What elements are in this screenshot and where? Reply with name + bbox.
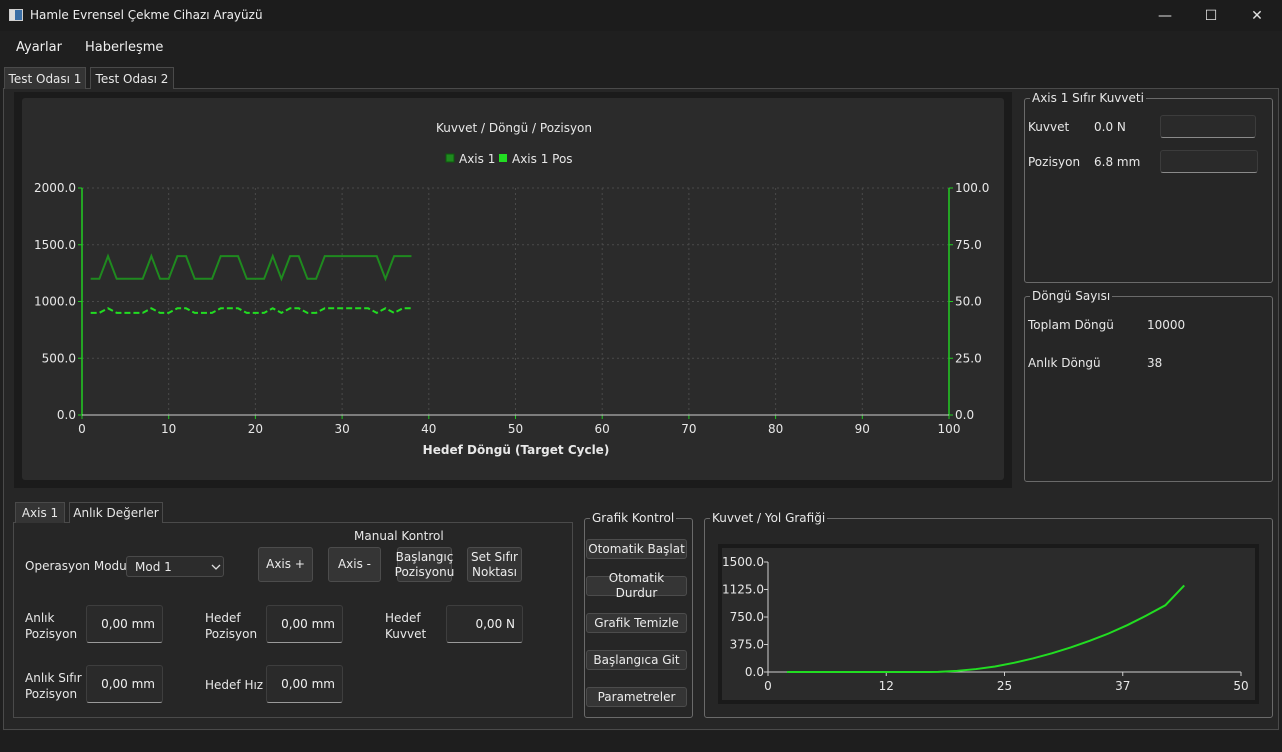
maximize-button[interactable]: ☐ xyxy=(1188,0,1234,31)
close-button[interactable]: ✕ xyxy=(1234,0,1280,31)
window-title: Hamle Evrensel Çekme Cihazı Arayüzü xyxy=(30,8,263,22)
force-displacement-title: Kuvvet / Yol Grafiği xyxy=(710,511,828,525)
parameters-button[interactable]: Parametreler xyxy=(586,687,687,707)
target-position-label-line-2: Pozisyon xyxy=(205,627,258,641)
tab-test-room-2[interactable]: Test Odası 2 xyxy=(90,67,174,89)
target-force-field[interactable]: 0,00 N xyxy=(446,605,523,643)
current-position-label-line-1: Anlık xyxy=(25,611,55,625)
target-force-label: Hedef Kuvvet xyxy=(385,610,426,642)
tab-test-room-1[interactable]: Test Odası 1 xyxy=(4,67,86,89)
auto-start-button[interactable]: Otomatik Başlat xyxy=(586,539,687,559)
start-position-button[interactable]: Başlangıç Pozisyonu xyxy=(394,547,455,582)
chevron-down-icon xyxy=(211,564,221,570)
force-displacement-chart-background xyxy=(722,548,1255,700)
start-position-label-line-1: Başlangıç xyxy=(395,549,454,564)
target-speed-label: Hedef Hız xyxy=(205,678,264,692)
menu-settings[interactable]: Ayarlar xyxy=(16,40,62,55)
auto-stop-button[interactable]: Otomatik Durdur xyxy=(586,571,687,600)
position-label: Pozisyon xyxy=(1028,155,1081,169)
current-position-field[interactable]: 0,00 mm xyxy=(86,605,163,643)
set-zero-point-button[interactable]: Set Sıfır Noktası xyxy=(467,547,522,582)
operation-mode-value: Mod 1 xyxy=(135,560,172,574)
zero-force-title: Axis 1 Sıfır Kuvveti xyxy=(1030,91,1146,105)
zero-position-label-line-2: Pozisyon xyxy=(25,687,78,701)
current-cycle-label: Anlık Döngü xyxy=(1028,356,1101,370)
cycle-count-title: Döngü Sayısı xyxy=(1030,289,1113,303)
status-bar xyxy=(0,731,1282,752)
current-position-label-line-2: Pozisyon xyxy=(25,627,78,641)
target-speed-field[interactable]: 0,00 mm xyxy=(266,665,343,703)
force-input[interactable] xyxy=(1160,115,1256,138)
set-zero-label-line-1: Set Sıfır xyxy=(471,549,518,564)
zero-position-label: Anlık Sıfır Pozisyon xyxy=(25,670,82,702)
minimize-button[interactable]: — xyxy=(1142,0,1188,31)
zero-position-label-line-1: Anlık Sıfır xyxy=(25,671,82,685)
target-position-label-line-1: Hedef xyxy=(205,611,241,625)
current-position-label: Anlık Pozisyon xyxy=(25,610,77,642)
main-chart-background xyxy=(22,98,1004,480)
axis-plus-button[interactable]: Axis + xyxy=(258,547,313,582)
graph-control-title: Grafik Kontrol xyxy=(590,511,677,525)
start-position-label-line-2: Pozisyonu xyxy=(394,564,455,579)
total-cycles-value: 10000 xyxy=(1147,318,1186,332)
axis-minus-button[interactable]: Axis - xyxy=(328,547,381,582)
zero-position-field[interactable]: 0,00 mm xyxy=(86,665,163,703)
target-position-label: Hedef Pozisyon xyxy=(205,610,257,642)
current-cycle-value: 38 xyxy=(1147,356,1163,370)
manual-control-title: Manual Kontrol xyxy=(354,529,444,543)
force-value: 0.0 N xyxy=(1094,120,1126,134)
operation-mode-select[interactable]: Mod 1 xyxy=(126,556,224,577)
menu-bar xyxy=(0,31,1282,62)
operation-mode-label: Operasyon Modu: xyxy=(25,559,131,573)
menu-communication[interactable]: Haberleşme xyxy=(85,40,163,55)
target-position-field[interactable]: 0,00 mm xyxy=(266,605,343,643)
subtab-axis-1[interactable]: Axis 1 xyxy=(15,502,65,523)
set-zero-label-line-2: Noktası xyxy=(472,564,517,579)
position-input[interactable] xyxy=(1160,150,1258,173)
clear-graph-button[interactable]: Grafik Temizle xyxy=(586,613,687,633)
target-force-label-line-1: Hedef xyxy=(385,611,421,625)
force-label: Kuvvet xyxy=(1028,120,1070,134)
subtab-live-values[interactable]: Anlık Değerler xyxy=(69,502,163,523)
app-icon xyxy=(9,9,23,21)
total-cycles-label: Toplam Döngü xyxy=(1028,318,1114,332)
target-force-label-line-2: Kuvvet xyxy=(385,627,427,641)
position-value: 6.8 mm xyxy=(1094,155,1141,169)
go-to-start-button[interactable]: Başlangıca Git xyxy=(586,650,687,670)
